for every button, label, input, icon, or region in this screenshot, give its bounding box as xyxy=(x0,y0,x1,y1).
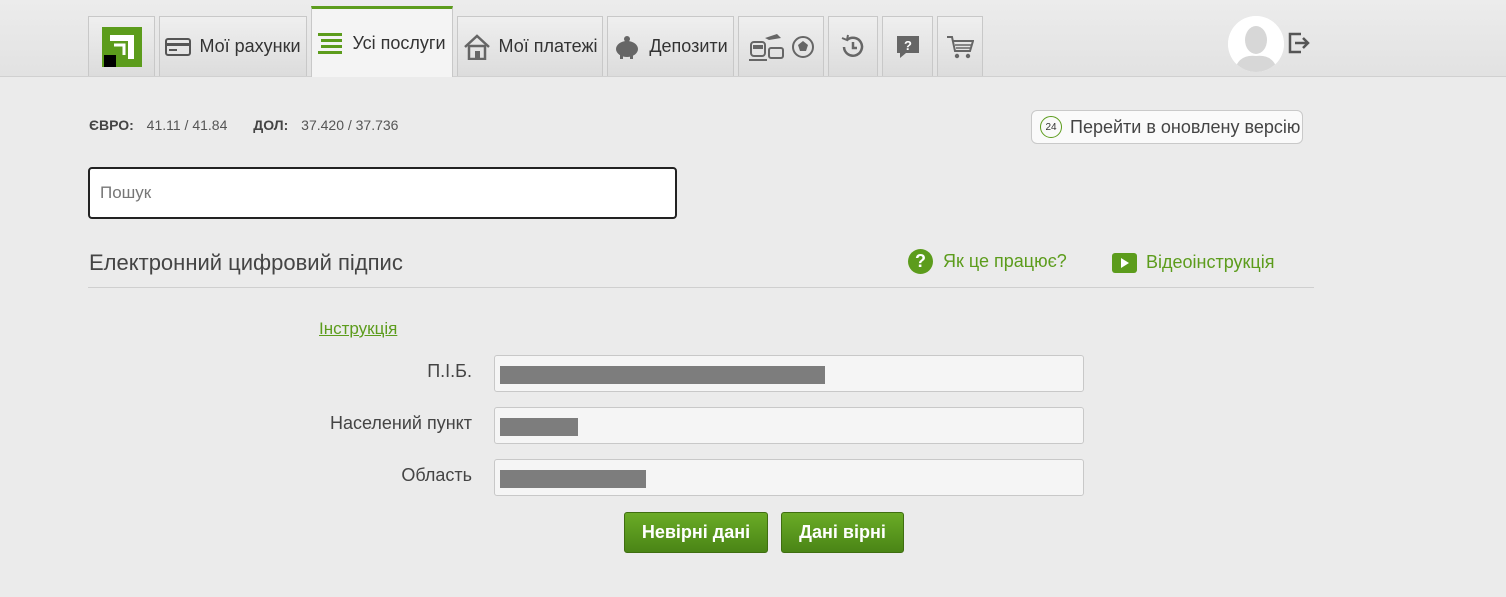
new-version-label: Перейти в оновлену версію xyxy=(1070,116,1301,137)
usd-rate: 37.420 / 37.736 xyxy=(301,117,399,133)
user-avatar[interactable] xyxy=(1228,16,1284,72)
tab-my-payments[interactable]: Мої платежі xyxy=(457,16,603,76)
24-badge-icon: 24 xyxy=(1040,116,1062,138)
tab-all-services[interactable]: Усі послуги xyxy=(311,6,453,77)
tab-my-payments-label: Мої платежі xyxy=(498,36,598,56)
page-title: Електронний цифровий підпис xyxy=(89,250,403,275)
tab-shop[interactable] xyxy=(937,16,983,76)
redacted-value xyxy=(500,418,578,436)
redacted-value xyxy=(500,470,646,488)
region-label: Область xyxy=(401,465,472,485)
region-field[interactable] xyxy=(494,459,1084,496)
tab-home-logo[interactable] xyxy=(88,16,155,76)
data-correct-button[interactable]: Дані вірні xyxy=(781,512,904,553)
full-name-field[interactable] xyxy=(494,355,1084,392)
list-icon xyxy=(318,31,343,55)
video-instruction-label: Відеоінструкція xyxy=(1146,252,1275,272)
piggy-bank-icon xyxy=(613,35,641,59)
eur-rate: 41.11 / 41.84 xyxy=(146,117,228,133)
user-silhouette-icon xyxy=(1228,16,1284,72)
question-circle-icon: ? xyxy=(908,249,933,274)
tab-all-services-label: Усі послуги xyxy=(352,32,446,53)
tab-my-accounts-label: Мої рахунки xyxy=(199,36,301,56)
play-video-icon xyxy=(1112,252,1137,273)
tab-my-accounts[interactable]: Мої рахунки xyxy=(159,16,307,76)
privatbank-logo-icon xyxy=(101,26,142,67)
locality-field[interactable] xyxy=(494,407,1084,444)
video-instruction-link[interactable]: Відеоінструкція xyxy=(1112,252,1274,273)
currency-rates: ЄВРО: 41.11 / 41.84 ДОЛ: 37.420 / 37.736 xyxy=(89,117,404,133)
tab-deposits[interactable]: Депозити xyxy=(607,16,734,76)
how-it-works-link[interactable]: ? Як це працює? xyxy=(908,249,1067,274)
help-question-icon: ? xyxy=(895,34,921,60)
how-it-works-label: Як це працює? xyxy=(943,251,1067,271)
transport-icon xyxy=(747,30,787,64)
tab-deposits-label: Депозити xyxy=(649,36,728,56)
logout-icon[interactable] xyxy=(1287,31,1311,55)
full-name-label: П.І.Б. xyxy=(427,361,472,381)
top-navigation-bar: Мої рахунки Усі послуги Мої платежі Депо… xyxy=(0,0,1506,77)
house-icon xyxy=(463,33,491,60)
ball-icon xyxy=(791,35,815,59)
instruction-link[interactable]: Інструкція xyxy=(319,319,397,339)
redacted-value xyxy=(500,366,825,384)
card-icon xyxy=(165,37,192,57)
svg-text:?: ? xyxy=(904,38,912,53)
tab-help[interactable]: ? xyxy=(882,16,933,76)
section-divider xyxy=(88,287,1314,288)
usd-label: ДОЛ: xyxy=(253,117,289,133)
eur-label: ЄВРО: xyxy=(89,117,134,133)
history-icon xyxy=(840,34,866,60)
tab-travel[interactable] xyxy=(738,16,824,76)
new-version-button[interactable]: 24 Перейти в оновлену версію xyxy=(1031,110,1303,144)
tab-history[interactable] xyxy=(828,16,878,76)
cart-icon xyxy=(946,34,974,60)
wrong-data-button[interactable]: Невірні дані xyxy=(624,512,768,553)
search-input[interactable] xyxy=(88,167,677,219)
locality-label: Населений пункт xyxy=(330,413,472,433)
